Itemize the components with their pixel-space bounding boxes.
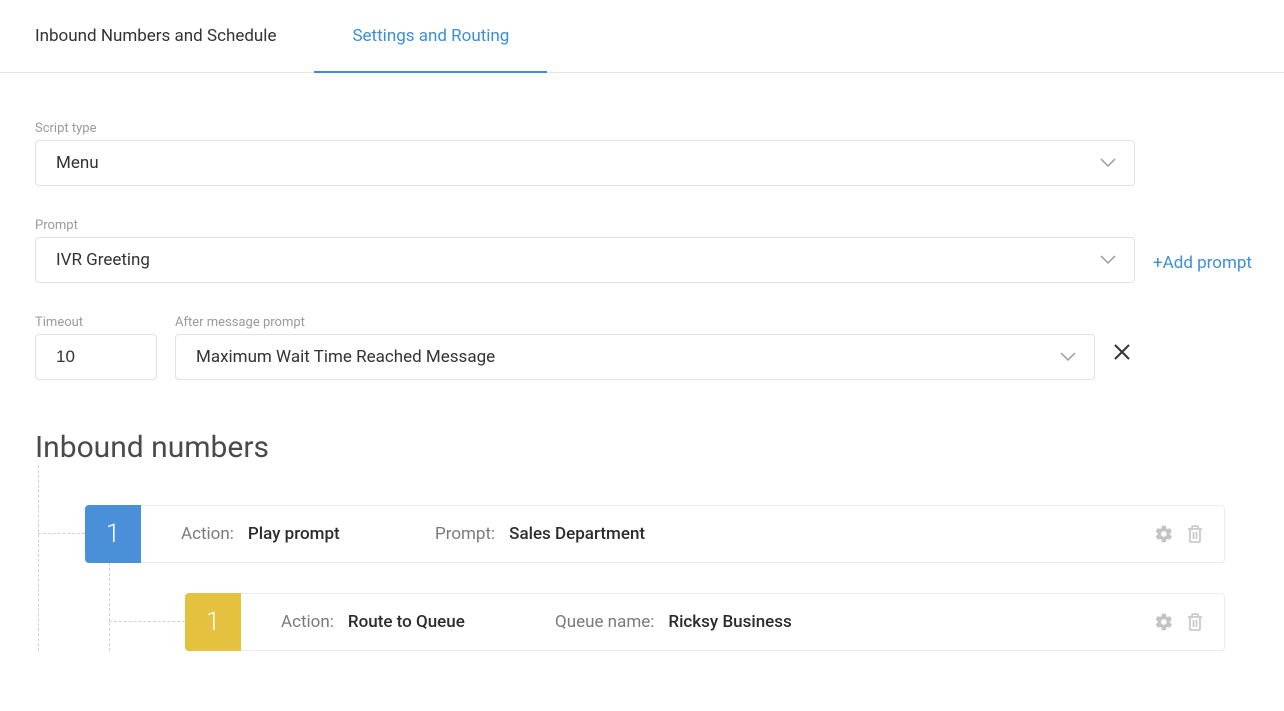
label-timeout: Timeout (35, 315, 157, 330)
tab-inbound-numbers[interactable]: Inbound Numbers and Schedule (35, 0, 314, 72)
chevron-down-icon (1060, 352, 1076, 362)
node-badge: 1 (85, 505, 141, 563)
node-param-value: Ricksy Business (668, 612, 791, 632)
row-timeout-aftermsg: Timeout After message prompt Maximum Wai… (35, 315, 1225, 380)
close-icon (1113, 343, 1131, 361)
tab-settings-routing[interactable]: Settings and Routing (352, 0, 547, 72)
field-script-type: Script type Menu (35, 121, 1225, 186)
gear-icon (1154, 524, 1174, 544)
chevron-down-icon (1100, 158, 1116, 168)
node-param-label: Queue name: (555, 612, 654, 632)
label-script-type: Script type (35, 121, 1225, 136)
node-param-value: Sales Department (509, 524, 645, 544)
section-title-inbound: Inbound numbers (35, 430, 1225, 465)
tabs-bar: Inbound Numbers and Schedule Settings an… (0, 0, 1284, 73)
node-box[interactable]: 1 Action: Play prompt Prompt: Sales Depa… (85, 505, 1225, 563)
node-action-value: Route to Queue (348, 612, 465, 632)
gear-icon (1154, 612, 1174, 632)
node-content: Action: Play prompt Prompt: Sales Depart… (141, 506, 1154, 562)
trash-icon (1186, 612, 1204, 632)
select-prompt-value: IVR Greeting (56, 250, 150, 270)
select-after-msg[interactable]: Maximum Wait Time Reached Message (175, 334, 1095, 380)
row-prompt: Prompt IVR Greeting +Add prompt (35, 218, 1225, 283)
node-content: Action: Route to Queue Queue name: Ricks… (241, 594, 1154, 650)
label-prompt: Prompt (35, 218, 1135, 233)
select-script-type[interactable]: Menu (35, 140, 1135, 186)
node-action-label: Action: (181, 524, 234, 544)
add-prompt-link[interactable]: +Add prompt (1153, 253, 1252, 283)
node-delete-button[interactable] (1186, 612, 1204, 632)
tree-node-1-1: 1 Action: Route to Queue Queue name: Ric… (185, 593, 1225, 651)
routing-tree: 1 Action: Play prompt Prompt: Sales Depa… (35, 505, 1225, 651)
clear-after-msg-button[interactable] (1113, 334, 1131, 380)
tree-node-1: 1 Action: Play prompt Prompt: Sales Depa… (85, 505, 1225, 651)
node-badge: 1 (185, 593, 241, 651)
node-settings-button[interactable] (1154, 612, 1174, 632)
node-box[interactable]: 1 Action: Route to Queue Queue name: Ric… (185, 593, 1225, 651)
node-action-value: Play prompt (248, 524, 340, 544)
select-script-type-value: Menu (56, 153, 99, 173)
chevron-down-icon (1100, 255, 1116, 265)
node-param-label: Prompt: (435, 524, 495, 544)
select-after-msg-value: Maximum Wait Time Reached Message (196, 347, 495, 367)
trash-icon (1186, 524, 1204, 544)
label-after-msg: After message prompt (175, 315, 1095, 330)
select-prompt[interactable]: IVR Greeting (35, 237, 1135, 283)
tree-connector (109, 621, 185, 622)
node-settings-button[interactable] (1154, 524, 1174, 544)
content-area: Script type Menu Prompt IVR Greeting +Ad… (0, 73, 1260, 711)
input-timeout[interactable] (35, 334, 157, 380)
node-action-label: Action: (281, 612, 334, 632)
node-delete-button[interactable] (1186, 524, 1204, 544)
tree-connector (38, 533, 85, 534)
